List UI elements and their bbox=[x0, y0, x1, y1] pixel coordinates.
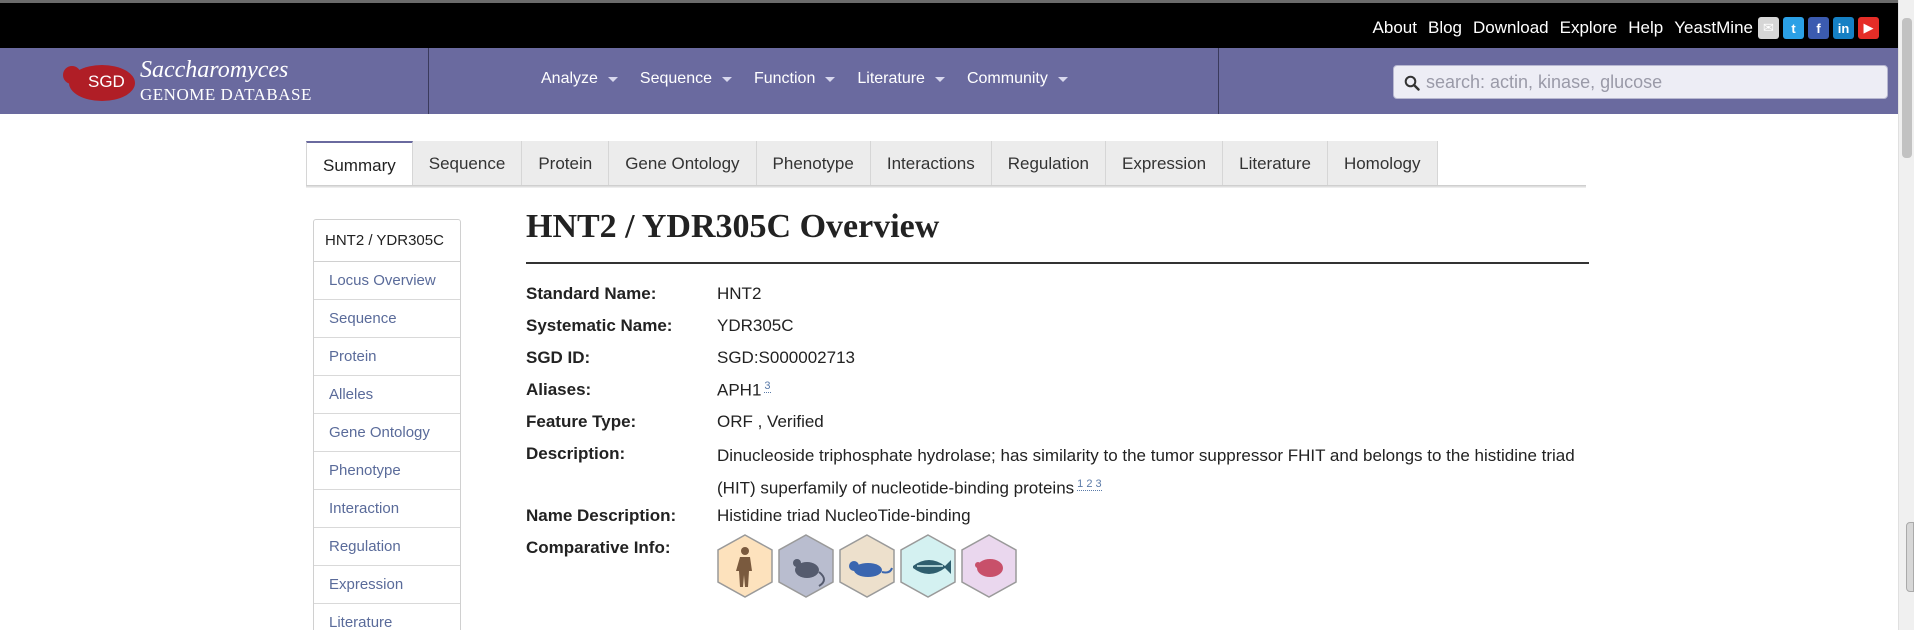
field-label: Name Description: bbox=[526, 506, 677, 525]
field-label: Feature Type: bbox=[526, 412, 637, 431]
social-links: ✉ t f in ▶ bbox=[1758, 17, 1879, 39]
tab-expression[interactable]: Expression bbox=[1106, 141, 1224, 186]
download-link[interactable]: Download bbox=[1473, 18, 1549, 38]
menu-label: Literature bbox=[857, 70, 925, 87]
twitter-icon[interactable]: t bbox=[1783, 17, 1804, 39]
sidebar-item-literature[interactable]: Literature bbox=[314, 604, 460, 630]
logo-title[interactable]: Saccharomyces bbox=[140, 57, 288, 84]
menu-literature[interactable]: Literature bbox=[857, 70, 945, 88]
tab-regulation[interactable]: Regulation bbox=[991, 141, 1107, 186]
feedback-tab-handle[interactable] bbox=[1906, 522, 1914, 592]
mouse-icon[interactable] bbox=[777, 534, 835, 598]
reference-links[interactable]: 1 2 3 bbox=[1077, 478, 1102, 491]
field-value: YDR305C bbox=[717, 316, 794, 335]
sidebar-item-gene-ontology[interactable]: Gene Ontology bbox=[314, 414, 460, 452]
caret-down-icon bbox=[721, 76, 732, 82]
sidebar-item-phenotype[interactable]: Phenotype bbox=[314, 452, 460, 490]
sidebar-item-alleles[interactable]: Alleles bbox=[314, 376, 460, 414]
field-label: Standard Name: bbox=[526, 284, 657, 303]
page-title: HNT2 / YDR305C Overview bbox=[526, 208, 940, 245]
menu-function[interactable]: Function bbox=[753, 70, 836, 88]
comparative-species-icons bbox=[716, 534, 1018, 598]
tab-gene-ontology[interactable]: Gene Ontology bbox=[609, 141, 757, 186]
sidebar-item-expression[interactable]: Expression bbox=[314, 566, 460, 604]
top-links: About Blog Download Explore Help YeastMi… bbox=[1373, 18, 1753, 38]
about-link[interactable]: About bbox=[1373, 18, 1417, 38]
search-input[interactable] bbox=[1426, 69, 1881, 95]
reference-link[interactable]: 3 bbox=[764, 380, 771, 393]
field-value: HNT2 bbox=[717, 284, 762, 303]
tab-summary[interactable]: Summary bbox=[306, 141, 413, 186]
rat-icon[interactable] bbox=[838, 534, 896, 598]
caret-down-icon bbox=[1057, 76, 1068, 82]
menu-label: Community bbox=[966, 70, 1048, 87]
title-rule bbox=[526, 262, 1589, 264]
field-label: SGD ID: bbox=[526, 348, 591, 367]
blog-link[interactable]: Blog bbox=[1428, 18, 1462, 38]
youtube-icon[interactable]: ▶ bbox=[1858, 17, 1879, 39]
main-nav: SGD Saccharomyces GENOME DATABASE Analyz… bbox=[0, 48, 1898, 114]
menu-community[interactable]: Community bbox=[967, 70, 1068, 88]
field-label: Aliases: bbox=[526, 380, 592, 399]
caret-down-icon bbox=[825, 76, 836, 82]
menu-label: Sequence bbox=[639, 70, 712, 87]
sidebar-item-regulation[interactable]: Regulation bbox=[314, 528, 460, 566]
tabs-underline bbox=[306, 185, 1586, 188]
nav-menu: Analyze Sequence Function Literature Com… bbox=[541, 70, 1090, 88]
facebook-icon[interactable]: f bbox=[1808, 17, 1829, 39]
email-icon[interactable]: ✉ bbox=[1758, 17, 1779, 39]
tab-interactions[interactable]: Interactions bbox=[870, 141, 992, 186]
field-value: ORF , Verified bbox=[717, 412, 824, 431]
search-icon bbox=[1404, 75, 1420, 91]
tab-literature[interactable]: Literature bbox=[1223, 141, 1328, 186]
field-value: SGD:S000002713 bbox=[717, 348, 855, 367]
sidebar-item-locus-overview[interactable]: Locus Overview bbox=[314, 262, 460, 300]
caret-down-icon bbox=[607, 76, 618, 82]
tab-protein[interactable]: Protein bbox=[522, 141, 610, 186]
locus-sidebar: HNT2 / YDR305C Locus Overview Sequence P… bbox=[313, 219, 461, 630]
nav-divider bbox=[1218, 48, 1219, 114]
menu-analyze[interactable]: Analyze bbox=[541, 70, 618, 88]
tab-phenotype[interactable]: Phenotype bbox=[756, 141, 871, 186]
logo-badge[interactable]: SGD bbox=[88, 72, 125, 92]
alias-name[interactable]: APH1 bbox=[717, 381, 761, 400]
nav-divider bbox=[428, 48, 429, 114]
linkedin-icon[interactable]: in bbox=[1833, 17, 1854, 39]
field-value: Histidine triad NucleoTide-binding bbox=[717, 506, 971, 525]
tab-homology[interactable]: Homology bbox=[1327, 141, 1438, 186]
yeastmine-link[interactable]: YeastMine bbox=[1674, 18, 1753, 38]
sidebar-header: HNT2 / YDR305C bbox=[314, 220, 460, 262]
logo-subtitle[interactable]: GENOME DATABASE bbox=[140, 85, 312, 105]
field-value: APH1 3 bbox=[717, 380, 771, 401]
field-label: Systematic Name: bbox=[526, 316, 673, 335]
sidebar-item-interaction[interactable]: Interaction bbox=[314, 490, 460, 528]
tab-sequence[interactable]: Sequence bbox=[412, 141, 523, 186]
description-text: Dinucleoside triphosphate hydrolase; has… bbox=[717, 446, 1575, 498]
human-icon[interactable] bbox=[716, 534, 774, 598]
sidebar-item-protein[interactable]: Protein bbox=[314, 338, 460, 376]
help-link[interactable]: Help bbox=[1628, 18, 1663, 38]
search-box[interactable] bbox=[1393, 65, 1888, 99]
field-value: Dinucleoside triphosphate hydrolase; has… bbox=[717, 441, 1597, 503]
explore-link[interactable]: Explore bbox=[1560, 18, 1618, 38]
top-bar: About Blog Download Explore Help YeastMi… bbox=[0, 0, 1898, 48]
field-label: Description: bbox=[526, 444, 626, 463]
sidebar-item-sequence[interactable]: Sequence bbox=[314, 300, 460, 338]
menu-sequence[interactable]: Sequence bbox=[640, 70, 732, 88]
locus-tabs: Summary Sequence Protein Gene Ontology P… bbox=[306, 141, 1438, 186]
scrollbar-thumb[interactable] bbox=[1902, 18, 1912, 158]
menu-label: Analyze bbox=[541, 70, 598, 87]
zebrafish-icon[interactable] bbox=[899, 534, 957, 598]
caret-down-icon bbox=[934, 76, 945, 82]
field-label: Comparative Info: bbox=[526, 538, 671, 557]
menu-label: Function bbox=[753, 70, 816, 87]
fly-icon[interactable] bbox=[960, 534, 1018, 598]
